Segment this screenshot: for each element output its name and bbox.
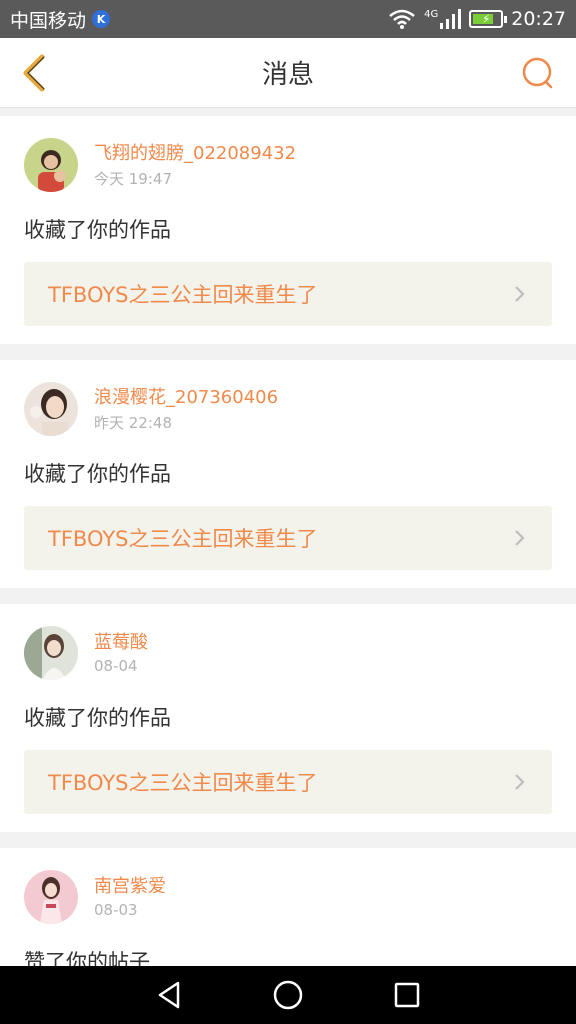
- nav-back-button[interactable]: [149, 975, 189, 1015]
- avatar-photo-icon: [24, 870, 78, 924]
- search-icon: [522, 57, 553, 89]
- status-left: 中国移动 K: [10, 6, 111, 33]
- avatar-photo-icon: [24, 382, 78, 436]
- nav-recents-button[interactable]: [387, 975, 427, 1015]
- work-title: TFBOYS之三公主回来重生了: [48, 283, 318, 307]
- avatar[interactable]: [24, 138, 78, 192]
- timestamp: 08-04: [94, 657, 138, 675]
- cell-signal-icon: 4G: [424, 9, 462, 29]
- message-card[interactable]: 蓝莓酸 08-04 收藏了你的作品 TFBOYS之三公主回来重生了: [0, 604, 576, 832]
- chevron-left-icon: [23, 54, 45, 92]
- work-title: TFBOYS之三公主回来重生了: [48, 527, 318, 551]
- square-recents-icon: [394, 982, 419, 1008]
- timestamp: 今天 19:47: [94, 169, 172, 188]
- action-text: 收藏了你的作品: [24, 706, 171, 730]
- carrier-name: 中国移动: [10, 9, 87, 32]
- system-nav-bar: [0, 966, 576, 1024]
- chevron-right-icon: [514, 772, 530, 792]
- user-meta: 浪漫樱花_207360406 昨天 22:48: [94, 386, 278, 433]
- username[interactable]: 南宫紫爱: [94, 875, 166, 899]
- message-header: 南宫紫爱 08-03: [24, 870, 552, 924]
- status-right: 4G ⚡ 20:27: [388, 8, 566, 30]
- status-bar: 中国移动 K 4G ⚡ 20:27: [0, 0, 576, 38]
- username[interactable]: 浪漫樱花_207360406: [94, 386, 278, 410]
- message-header: 飞翔的翅膀_022089432 今天 19:47: [24, 138, 552, 192]
- username[interactable]: 飞翔的翅膀_022089432: [94, 142, 296, 166]
- avatar-photo-icon: [24, 626, 78, 680]
- message-card[interactable]: 浪漫樱花_207360406 昨天 22:48 收藏了你的作品 TFBOYS之三…: [0, 360, 576, 588]
- triangle-back-icon: [159, 981, 180, 1009]
- avatar[interactable]: [24, 626, 78, 680]
- carrier-badge-icon: K: [92, 10, 111, 28]
- timestamp: 08-03: [94, 901, 138, 919]
- user-meta: 飞翔的翅膀_022089432 今天 19:47: [94, 142, 296, 189]
- message-list: 飞翔的翅膀_022089432 今天 19:47 收藏了你的作品 TFBOYS之…: [0, 116, 576, 1022]
- action-text: 收藏了你的作品: [24, 462, 171, 486]
- message-card[interactable]: 飞翔的翅膀_022089432 今天 19:47 收藏了你的作品 TFBOYS之…: [0, 116, 576, 344]
- wifi-icon: [389, 9, 415, 29]
- work-link[interactable]: TFBOYS之三公主回来重生了: [24, 262, 552, 326]
- chevron-right-icon: [514, 284, 530, 304]
- avatar[interactable]: [24, 382, 78, 436]
- message-header: 蓝莓酸 08-04: [24, 626, 552, 680]
- work-title: TFBOYS之三公主回来重生了: [48, 771, 318, 795]
- chevron-right-icon: [514, 528, 530, 548]
- app-header: 消息: [0, 38, 576, 108]
- username[interactable]: 蓝莓酸: [94, 631, 148, 655]
- page-title: 消息: [261, 60, 314, 90]
- back-button[interactable]: [14, 52, 54, 94]
- search-button[interactable]: [520, 55, 556, 91]
- battery-icon: ⚡: [469, 10, 508, 28]
- nav-home-button[interactable]: [268, 975, 308, 1015]
- timestamp: 昨天 22:48: [94, 413, 172, 432]
- clock: 20:27: [511, 8, 566, 30]
- avatar[interactable]: [24, 870, 78, 924]
- circle-home-icon: [273, 980, 303, 1010]
- work-link[interactable]: TFBOYS之三公主回来重生了: [24, 750, 552, 814]
- signal-bars-icon: [440, 9, 462, 29]
- user-meta: 南宫紫爱 08-03: [94, 875, 166, 919]
- network-type: 4G: [424, 9, 439, 20]
- action-text: 收藏了你的作品: [24, 218, 171, 242]
- user-meta: 蓝莓酸 08-04: [94, 631, 148, 675]
- work-link[interactable]: TFBOYS之三公主回来重生了: [24, 506, 552, 570]
- message-header: 浪漫樱花_207360406 昨天 22:48: [24, 382, 552, 436]
- avatar-photo-icon: [24, 138, 78, 192]
